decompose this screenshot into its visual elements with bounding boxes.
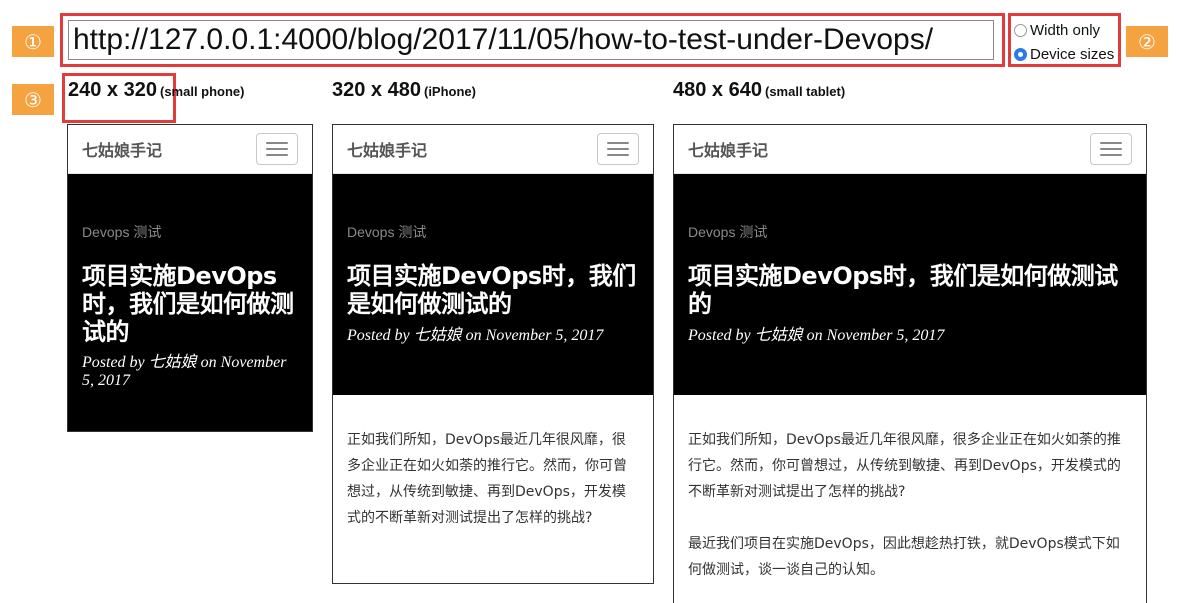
post-tags[interactable]: Devops 测试 — [347, 222, 639, 242]
hamburger-menu-icon[interactable] — [1090, 133, 1132, 165]
hamburger-menu-icon[interactable] — [256, 133, 298, 165]
post-title: 项目实施DevOps时，我们是如何做测试的 — [688, 262, 1118, 318]
post-header: Devops 测试 项目实施DevOps时，我们是如何做测试的 Posted b… — [68, 174, 312, 431]
post-author: 七姑娘 — [148, 354, 197, 371]
preview-frame-small-phone: 七姑娘手记 Devops 测试 项目实施DevOps时，我们是如何做测试的 Po… — [67, 124, 313, 432]
device-dimensions: 480 x 640 — [673, 79, 762, 101]
site-brand[interactable]: 七姑娘手记 — [82, 137, 162, 161]
radio-button[interactable] — [1014, 24, 1027, 37]
post-title: 项目实施DevOps时，我们是如何做测试的 — [82, 262, 294, 346]
posted-by-label: Posted by — [347, 327, 410, 344]
device-label-iphone: 320 x 480 (iPhone) — [332, 79, 476, 102]
post-paragraph: 正如我们所知，DevOps最近几年很风靡，很多企业正在如火如荼的推行它。然而，你… — [347, 432, 627, 526]
preview-frame-small-tablet: 七姑娘手记 Devops 测试 项目实施DevOps时，我们是如何做测试的 Po… — [673, 124, 1147, 603]
marker-2: ② — [1126, 26, 1168, 57]
post-paragraph: 最近我们项目在实施DevOps，因此想趁热打铁，就DevOps模式下如何做测试，… — [688, 536, 1120, 578]
post-author: 七姑娘 — [754, 327, 803, 344]
post-content: 正如我们所知，DevOps最近几年很风靡，很多企业正在如火如荼的推行它。然而，你… — [333, 395, 653, 531]
post-header: Devops 测试 项目实施DevOps时，我们是如何做测试的 Posted b… — [674, 174, 1146, 395]
post-tags[interactable]: Devops 测试 — [688, 222, 1132, 242]
device-name: (small tablet) — [764, 84, 846, 99]
navbar: 七姑娘手记 — [333, 125, 653, 174]
post-meta: Posted by 七姑娘 on November 5, 2017 — [82, 354, 298, 390]
device-dimensions: 320 x 480 — [332, 79, 421, 101]
device-label-small-tablet: 480 x 640 (small tablet) — [673, 79, 845, 102]
site-brand[interactable]: 七姑娘手记 — [347, 137, 427, 161]
radio-label: Device sizes — [1030, 46, 1115, 63]
device-name: (small phone) — [159, 84, 245, 99]
post-date: November 5, 2017 — [485, 327, 604, 344]
site-brand[interactable]: 七姑娘手记 — [688, 137, 768, 161]
posted-by-label: Posted by — [688, 327, 751, 344]
radio-button-checked[interactable] — [1014, 48, 1027, 61]
posted-by-label: Posted by — [82, 354, 145, 371]
post-date: November 5, 2017 — [826, 327, 945, 344]
device-name: (iPhone) — [423, 84, 476, 99]
post-header: Devops 测试 项目实施DevOps时，我们是如何做测试的 Posted b… — [333, 174, 653, 395]
post-paragraph: 正如我们所知，DevOps最近几年很风靡，很多企业正在如火如荼的推行它。然而，你… — [688, 432, 1121, 500]
on-label: on — [200, 354, 217, 371]
post-title: 项目实施DevOps时，我们是如何做测试的 — [347, 262, 636, 318]
post-tags[interactable]: Devops 测试 — [82, 222, 298, 242]
hamburger-menu-icon[interactable] — [597, 133, 639, 165]
marker-1: ① — [12, 26, 54, 57]
on-label: on — [465, 327, 482, 344]
post-meta: Posted by 七姑娘 on November 5, 2017 — [347, 326, 639, 346]
navbar: 七姑娘手记 — [68, 125, 312, 174]
radio-label: Width only — [1030, 22, 1101, 39]
preview-frame-iphone: 七姑娘手记 Devops 测试 项目实施DevOps时，我们是如何做测试的 Po… — [332, 124, 654, 584]
device-dimensions: 240 x 320 — [68, 79, 157, 101]
post-content: 正如我们所知，DevOps最近几年很风靡，很多企业正在如火如荼的推行它。然而，你… — [674, 395, 1146, 583]
on-label: on — [806, 327, 823, 344]
marker-3: ③ — [12, 84, 54, 115]
post-author: 七姑娘 — [413, 327, 462, 344]
url-input[interactable] — [68, 20, 994, 60]
post-meta: Posted by 七姑娘 on November 5, 2017 — [688, 326, 1132, 346]
device-label-small-phone: 240 x 320 (small phone) — [68, 79, 245, 102]
radio-width-only[interactable]: Width only — [1014, 22, 1100, 39]
navbar: 七姑娘手记 — [674, 125, 1146, 174]
radio-device-sizes[interactable]: Device sizes — [1014, 46, 1114, 63]
